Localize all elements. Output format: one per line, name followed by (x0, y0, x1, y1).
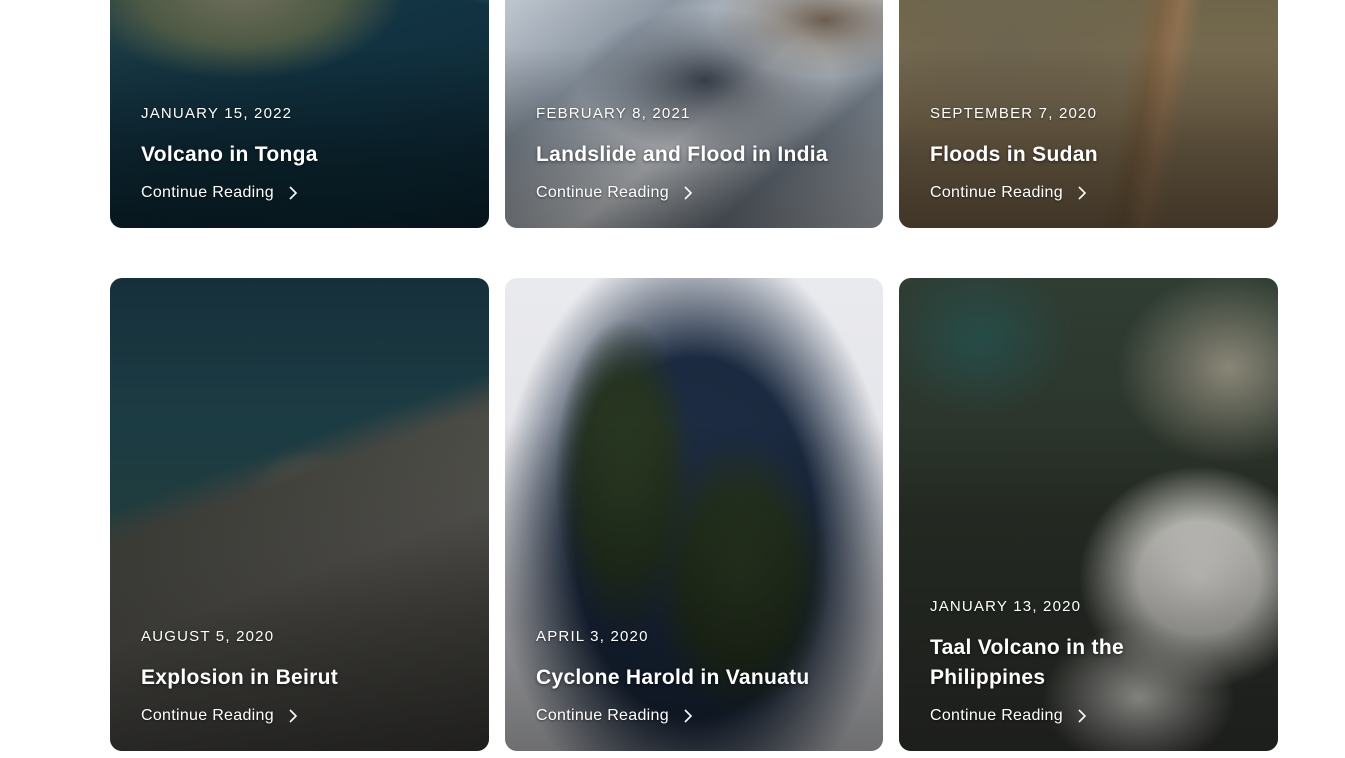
story-card-volcano-tonga[interactable]: JANUARY 15, 2022 Volcano in Tonga Contin… (110, 0, 489, 228)
card-date: AUGUST 5, 2020 (141, 628, 275, 645)
card-title[interactable]: Cyclone Harold in Vanuatu (536, 663, 859, 693)
story-card-vanuatu-cyclone[interactable]: APRIL 3, 2020 Cyclone Harold in Vanuatu … (505, 278, 883, 751)
continue-reading-link[interactable]: Continue Reading (536, 184, 695, 202)
story-card-sudan-floods[interactable]: SEPTEMBER 7, 2020 Floods in Sudan Contin… (899, 0, 1278, 228)
chevron-right-icon (289, 186, 298, 200)
card-date: APRIL 3, 2020 (536, 628, 649, 645)
card-content: AUGUST 5, 2020 Explosion in Beirut Conti… (141, 628, 465, 725)
continue-reading-label: Continue Reading (930, 707, 1063, 724)
card-title[interactable]: Explosion in Beirut (141, 663, 465, 693)
chevron-right-icon (289, 709, 298, 723)
card-content: APRIL 3, 2020 Cyclone Harold in Vanuatu … (536, 628, 859, 725)
continue-reading-link[interactable]: Continue Reading (536, 707, 695, 725)
story-card-india-landslide[interactable]: FEBRUARY 8, 2021 Landslide and Flood in … (505, 0, 883, 228)
chevron-right-icon (684, 709, 693, 723)
card-date: JANUARY 13, 2020 (930, 598, 1082, 615)
story-card-beirut-explosion[interactable]: AUGUST 5, 2020 Explosion in Beirut Conti… (110, 278, 489, 751)
chevron-right-icon (684, 186, 693, 200)
story-card-taal-volcano[interactable]: JANUARY 13, 2020 Taal Volcano in the Phi… (899, 278, 1278, 751)
card-date: SEPTEMBER 7, 2020 (930, 105, 1098, 122)
card-date: FEBRUARY 8, 2021 (536, 105, 691, 122)
continue-reading-label: Continue Reading (930, 184, 1063, 201)
chevron-right-icon (1078, 186, 1087, 200)
continue-reading-label: Continue Reading (536, 184, 669, 201)
card-content: FEBRUARY 8, 2021 Landslide and Flood in … (536, 105, 859, 202)
chevron-right-icon (1078, 709, 1087, 723)
continue-reading-link[interactable]: Continue Reading (141, 707, 300, 725)
card-date: JANUARY 15, 2022 (141, 105, 293, 122)
continue-reading-label: Continue Reading (141, 184, 274, 201)
continue-reading-label: Continue Reading (141, 707, 274, 724)
continue-reading-link[interactable]: Continue Reading (930, 184, 1089, 202)
card-title[interactable]: Taal Volcano in the Philippines (930, 633, 1160, 693)
continue-reading-link[interactable]: Continue Reading (141, 184, 300, 202)
card-title[interactable]: Volcano in Tonga (141, 140, 465, 170)
card-content: SEPTEMBER 7, 2020 Floods in Sudan Contin… (930, 105, 1254, 202)
card-content: JANUARY 13, 2020 Taal Volcano in the Phi… (930, 598, 1254, 725)
card-content: JANUARY 15, 2022 Volcano in Tonga Contin… (141, 105, 465, 202)
continue-reading-link[interactable]: Continue Reading (930, 707, 1089, 725)
card-title[interactable]: Landslide and Flood in India (536, 140, 859, 170)
card-title[interactable]: Floods in Sudan (930, 140, 1254, 170)
continue-reading-label: Continue Reading (536, 707, 669, 724)
